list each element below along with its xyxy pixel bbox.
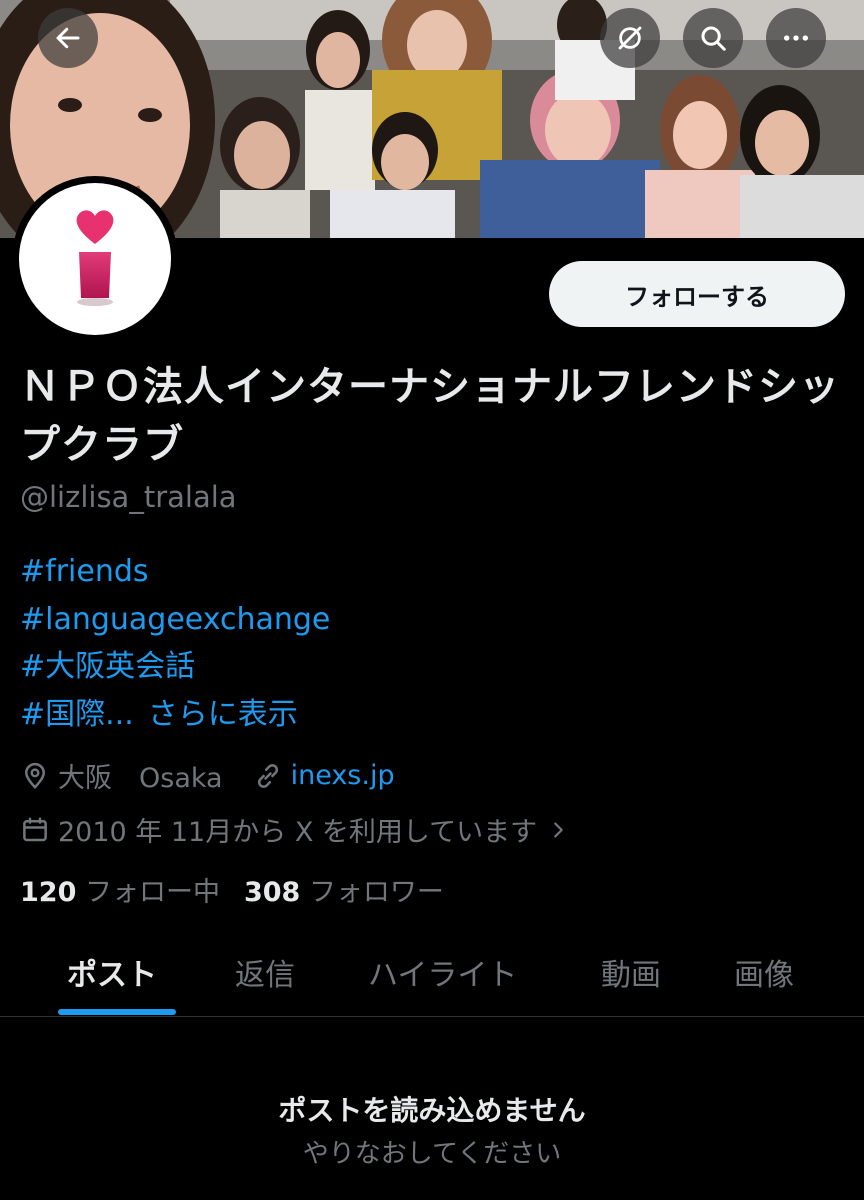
show-more-link[interactable]: さらに表示	[148, 697, 298, 732]
following-stat[interactable]: 120 フォロー中	[20, 877, 220, 908]
hashtag-languageexchange[interactable]: #languageexchange	[20, 602, 330, 637]
search-button[interactable]	[683, 8, 743, 68]
tab-posts[interactable]: ポスト	[67, 950, 157, 994]
profile-display-name: ＮＰＯ法人インターナショナルフレンドシップクラブ	[20, 364, 840, 468]
tab-replies[interactable]: 返信	[235, 950, 295, 994]
profile-handle: @lizlisa_tralala	[20, 480, 237, 514]
tab-videos[interactable]: 動画	[601, 950, 661, 994]
follow-stats: 120 フォロー中 308 フォロワー	[20, 870, 444, 909]
profile-location: 大阪 Osaka	[58, 763, 223, 794]
avatar[interactable]	[12, 176, 178, 342]
link-icon	[253, 761, 283, 791]
profile-bio: #friends #languageexchange #大阪英会話 #国際...…	[20, 548, 330, 738]
profile-joined-row[interactable]: 2010 年 11月から X を利用しています	[20, 810, 577, 849]
calendar-icon	[20, 815, 50, 845]
follow-button[interactable]: フォローする	[549, 261, 845, 327]
following-label: フォロー中	[84, 877, 220, 908]
back-button[interactable]	[38, 8, 98, 68]
more-horizontal-icon	[784, 35, 808, 41]
followers-stat[interactable]: 308 フォロワー	[244, 877, 444, 908]
active-tab-indicator	[58, 1009, 176, 1015]
retry-message[interactable]: やりなおしてください	[0, 1133, 864, 1170]
profile-meta-row: 大阪 Osaka inexs.jp	[20, 756, 395, 795]
error-title: ポストを読み込めません	[278, 1094, 586, 1127]
profile-website-link[interactable]: inexs.jp	[291, 760, 395, 791]
avatar-image	[19, 183, 171, 335]
followers-count: 308	[243, 877, 301, 908]
profile-tabs: ポスト 返信 ハイライト 動画 画像	[0, 930, 864, 1017]
tab-highlights[interactable]: ハイライト	[368, 950, 517, 994]
hashtag-friends[interactable]: #friends	[20, 554, 149, 589]
chevron-right-icon	[547, 817, 569, 843]
slashed-circle-icon	[618, 26, 642, 50]
more-button[interactable]	[766, 8, 826, 68]
search-icon	[701, 26, 726, 51]
hashtag-osaka-eikaiwa[interactable]: #大阪英会話	[20, 649, 195, 684]
heart-i-logo-icon	[76, 210, 114, 306]
location-pin-icon	[20, 761, 50, 791]
followers-label: フォロワー	[308, 877, 444, 908]
hashtag-kokusai[interactable]: #国際...	[20, 697, 134, 732]
following-count: 120	[20, 877, 77, 908]
tab-images[interactable]: 画像	[734, 950, 794, 994]
arrow-left-icon	[56, 27, 80, 49]
profile-joined-date: 2010 年 11月から X を利用しています	[58, 817, 538, 848]
grok-button[interactable]	[600, 8, 660, 68]
